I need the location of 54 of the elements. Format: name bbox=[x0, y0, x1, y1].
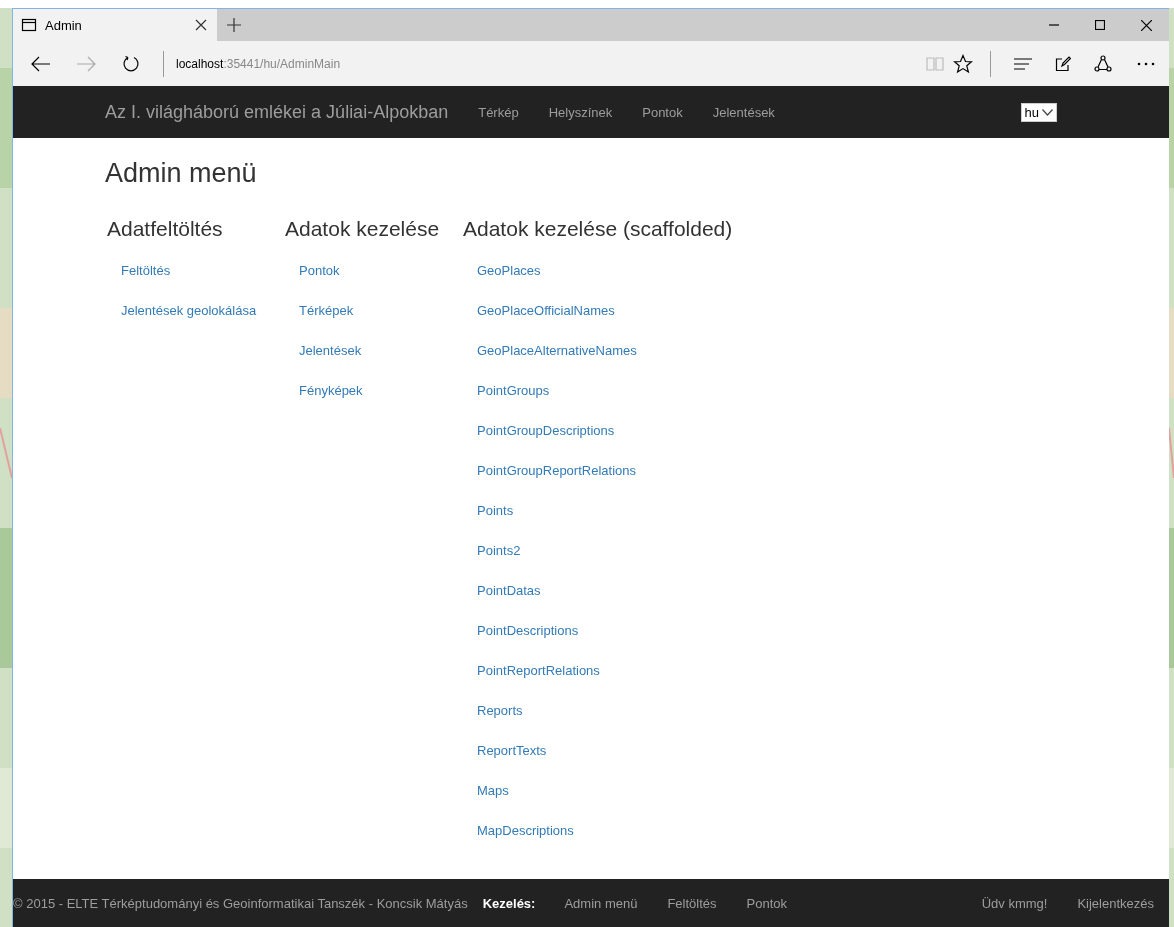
menu-link[interactable]: Fényképek bbox=[299, 371, 461, 411]
menu-link[interactable]: GeoPlaceAlternativeNames bbox=[477, 331, 861, 371]
menu-link[interactable]: PointReportRelations bbox=[477, 651, 861, 691]
menu-link[interactable]: PointDescriptions bbox=[477, 611, 861, 651]
nav-link[interactable]: Helyszínek bbox=[533, 104, 628, 120]
menu-link[interactable]: PointGroupReportRelations bbox=[477, 451, 861, 491]
plus-icon bbox=[227, 18, 241, 32]
logout-link[interactable]: Kijelentkezés bbox=[1062, 895, 1169, 911]
menu-link[interactable]: Jelentések geolokálása bbox=[121, 291, 283, 331]
share-icon bbox=[1094, 54, 1112, 73]
section-heading: Adatfeltöltés bbox=[107, 217, 224, 241]
maximize-icon bbox=[1095, 20, 1105, 30]
book-icon bbox=[926, 56, 944, 71]
arrow-left-icon bbox=[31, 55, 51, 72]
star-icon bbox=[953, 53, 973, 74]
nav-link[interactable]: Térkép bbox=[463, 104, 534, 120]
chevron-down-icon bbox=[1042, 108, 1053, 116]
section-heading: Adatok kezelése (scaffolded) bbox=[463, 217, 734, 241]
close-icon bbox=[195, 19, 207, 31]
page-icon bbox=[21, 17, 37, 33]
menu-link[interactable]: Térképek bbox=[299, 291, 461, 331]
menu-link[interactable]: ReportTexts bbox=[477, 731, 861, 771]
menu-link[interactable]: PointGroups bbox=[477, 371, 861, 411]
section-heading: Adatok kezelése bbox=[285, 217, 441, 241]
nav-link[interactable]: Jelentések bbox=[697, 104, 790, 120]
close-icon bbox=[1140, 19, 1152, 31]
arrow-right-icon bbox=[76, 55, 96, 72]
greeting-link[interactable]: Üdv kmmg! bbox=[966, 895, 1063, 911]
browser-tab[interactable]: Admin bbox=[13, 9, 217, 41]
menu-link[interactable]: Maps bbox=[477, 771, 861, 811]
footer-link[interactable]: Pontok bbox=[731, 895, 803, 911]
refresh-icon bbox=[122, 54, 140, 73]
tab-title: Admin bbox=[45, 17, 83, 33]
menu-link[interactable]: GeoPlaceOfficialNames bbox=[477, 291, 861, 331]
menu-link[interactable]: Points2 bbox=[477, 531, 861, 571]
lines-icon bbox=[1014, 57, 1032, 70]
footer-link[interactable]: Feltöltés bbox=[652, 895, 732, 911]
language-select[interactable]: hu bbox=[1020, 102, 1057, 122]
nav-link[interactable]: Pontok bbox=[627, 104, 698, 120]
menu-link[interactable]: PointDatas bbox=[477, 571, 861, 611]
menu-link[interactable]: Pontok bbox=[299, 251, 461, 291]
menu-link[interactable]: MapDescriptions bbox=[477, 811, 861, 851]
menu-link[interactable]: Feltöltés bbox=[121, 251, 283, 291]
footer-link[interactable]: Admin menü bbox=[549, 895, 653, 911]
menu-link[interactable]: PointGroupDescriptions bbox=[477, 411, 861, 451]
menu-link[interactable]: Points bbox=[477, 491, 861, 531]
copyright-text: © 2015 - ELTE Térképtudományi és Geoinformatikai Tanszék - Koncsik Mátyás bbox=[13, 895, 468, 911]
page-title: Admin menü bbox=[105, 158, 258, 189]
menu-link[interactable]: GeoPlaces bbox=[477, 251, 861, 291]
footer-label: Kezelés: bbox=[482, 895, 536, 911]
more-icon bbox=[1137, 61, 1155, 66]
menu-link[interactable]: Jelentések bbox=[299, 331, 461, 371]
site-title[interactable]: Az I. világháború emlékei a Júliai-Alpokban bbox=[105, 101, 449, 123]
menu-link[interactable]: Reports bbox=[477, 691, 861, 731]
